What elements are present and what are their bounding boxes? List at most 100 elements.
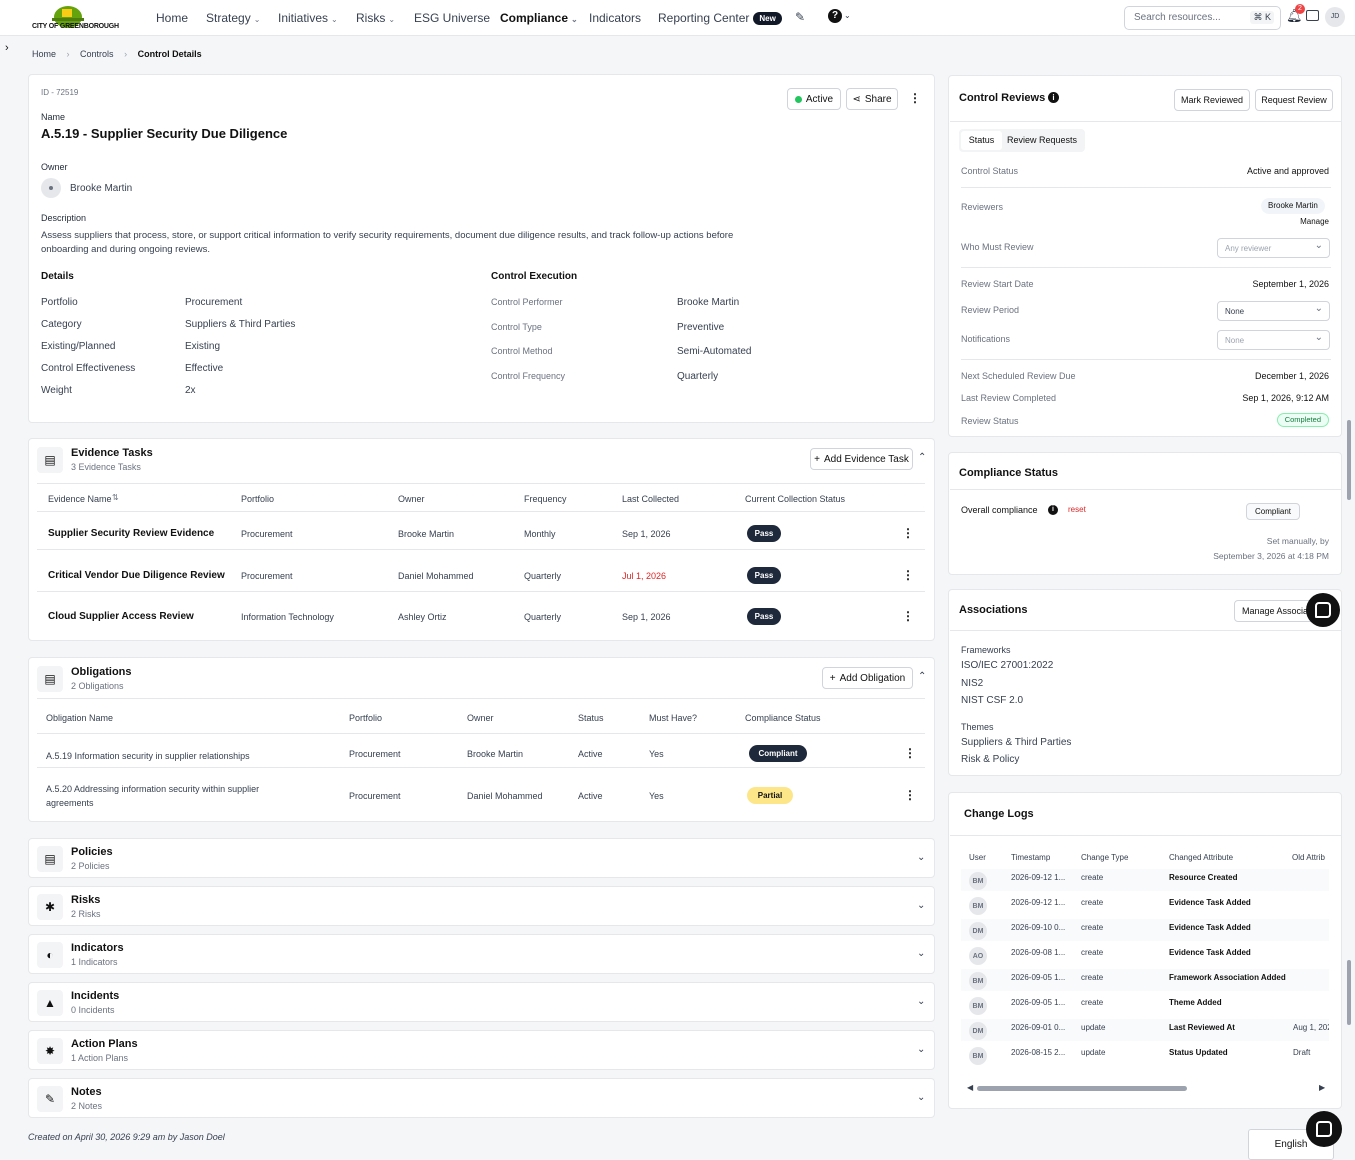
nav-item-home[interactable]: Home xyxy=(156,11,188,25)
asterisk-icon: ✱ xyxy=(37,894,63,920)
changelog-attribute: Evidence Task Added xyxy=(1169,923,1251,932)
evidence-frequency: Quarterly xyxy=(524,612,562,622)
breadcrumb-home[interactable]: Home xyxy=(32,49,56,59)
control-more-icon[interactable]: ⋮ xyxy=(909,91,921,105)
nav-item-initiatives[interactable]: Initiatives ⌄ xyxy=(278,11,338,25)
control-reviews-card: Control Reviews i Mark Reviewed Request … xyxy=(948,75,1342,437)
obligation-name[interactable]: A.5.19 Information security in supplier … xyxy=(46,749,286,763)
magic-wand-icon[interactable]: ✎ xyxy=(795,10,805,24)
obligation-must-have: Yes xyxy=(649,791,664,801)
section-action-plans[interactable]: ✸ Action Plans 1 Action Plans ⌄ xyxy=(28,1030,935,1070)
sidebar-expand-icon[interactable]: › xyxy=(5,42,9,54)
burst-icon: ✸ xyxy=(37,1038,63,1064)
mark-reviewed-button[interactable]: Mark Reviewed xyxy=(1174,89,1250,111)
chat-icon[interactable] xyxy=(1306,593,1340,627)
expand-chevron-icon[interactable]: ⌄ xyxy=(917,1092,925,1103)
status-active-button[interactable]: Active xyxy=(787,88,841,110)
theme-item[interactable]: Risk & Policy xyxy=(961,754,1019,765)
user-avatar[interactable]: JD xyxy=(1325,7,1345,27)
compliance-title: Compliance Status xyxy=(959,467,1059,479)
row-more-icon[interactable]: ⋮ xyxy=(902,526,914,540)
horizontal-scrollbar[interactable] xyxy=(977,1086,1187,1091)
changelog-timestamp: 2026-09-12 1... xyxy=(1011,898,1066,907)
section-subtitle: 2 Notes xyxy=(71,1101,103,1111)
brand-logo[interactable]: CITY OF GREENBOROUGH xyxy=(32,3,119,33)
theme-item[interactable]: Suppliers & Third Parties xyxy=(961,737,1071,748)
reset-link[interactable]: reset xyxy=(1068,505,1086,514)
section-risks[interactable]: ✱ Risks 2 Risks ⌄ xyxy=(28,886,935,926)
nav-item-indicators[interactable]: Indicators xyxy=(589,11,641,25)
collapse-chevron-icon[interactable]: ⌃ xyxy=(918,452,926,463)
user-avatar: BM xyxy=(969,972,987,990)
description-text: Assess suppliers that process, store, or… xyxy=(41,230,734,255)
info-icon[interactable]: i xyxy=(1048,505,1058,515)
search-input[interactable]: Search resources... ⌘ K xyxy=(1124,6,1281,30)
expand-chevron-icon[interactable]: ⌄ xyxy=(917,996,925,1007)
row-more-icon[interactable]: ⋮ xyxy=(904,746,916,760)
add-obligation-button[interactable]: + Add Obligation xyxy=(822,667,913,689)
notifications-select[interactable]: None xyxy=(1217,330,1330,350)
row-more-icon[interactable]: ⋮ xyxy=(902,568,914,582)
compliance-badge: Compliant xyxy=(749,745,807,762)
inbox-icon[interactable] xyxy=(1306,10,1319,21)
scroll-right-icon[interactable]: ▶ xyxy=(1319,1083,1325,1092)
section-title: Risks xyxy=(71,894,101,906)
evidence-subtitle: 3 Evidence Tasks xyxy=(71,462,141,472)
last-review-label: Last Review Completed xyxy=(961,393,1057,403)
review-period-select[interactable]: None xyxy=(1217,301,1330,321)
nav-item-risks[interactable]: Risks ⌄ xyxy=(356,11,395,25)
collapse-chevron-icon[interactable]: ⌃ xyxy=(918,671,926,682)
nav-item-esg-universe[interactable]: ESG Universe xyxy=(414,11,490,25)
top-navbar: CITY OF GREENBOROUGH Home Strategy ⌄ Initia… xyxy=(0,0,1355,36)
breadcrumb: Home › Controls › Control Details xyxy=(32,49,202,59)
chat-support-icon[interactable] xyxy=(1306,1111,1342,1147)
tab-review-requests[interactable]: Review Requests xyxy=(1007,131,1077,150)
expand-chevron-icon[interactable]: ⌄ xyxy=(917,1044,925,1055)
page-scrollbar[interactable] xyxy=(1347,420,1351,500)
scroll-left-icon[interactable]: ◀ xyxy=(967,1083,973,1092)
reviewer-chip[interactable]: Brooke Martin xyxy=(1261,198,1325,214)
who-must-review-select[interactable]: Any reviewer xyxy=(1217,238,1330,258)
panel-scrollbar[interactable] xyxy=(1347,960,1351,1025)
expand-chevron-icon[interactable]: ⌄ xyxy=(917,900,925,911)
details-value: 2x xyxy=(185,385,196,396)
evidence-name[interactable]: Cloud Supplier Access Review xyxy=(48,611,194,622)
obligation-status: Active xyxy=(578,791,603,801)
share-button[interactable]: ⋖ Share xyxy=(846,88,898,110)
section-policies[interactable]: ▤ Policies 2 Policies ⌄ xyxy=(28,838,935,878)
manage-associations-button[interactable]: Manage Associat xyxy=(1234,600,1314,622)
row-more-icon[interactable]: ⋮ xyxy=(904,788,916,802)
evidence-portfolio: Information Technology xyxy=(241,612,334,622)
compliance-badge[interactable]: Compliant xyxy=(1246,503,1301,520)
control-name: A.5.19 - Supplier Security Due Diligence xyxy=(41,126,288,141)
user-avatar: BM xyxy=(969,997,987,1015)
owner-name[interactable]: Brooke Martin xyxy=(70,183,132,194)
breadcrumb-controls[interactable]: Controls xyxy=(80,49,114,59)
tab-status[interactable]: Status xyxy=(961,131,1002,150)
nav-item-compliance[interactable]: Compliance ⌄ xyxy=(500,11,578,25)
section-incidents[interactable]: ▲ Incidents 0 Incidents ⌄ xyxy=(28,982,935,1022)
framework-item[interactable]: NIST CSF 2.0 xyxy=(961,695,1023,706)
manage-reviewers-link[interactable]: Manage xyxy=(1300,217,1329,226)
info-icon[interactable]: i xyxy=(1048,92,1059,103)
request-review-button[interactable]: Request Review xyxy=(1255,89,1333,111)
expand-chevron-icon[interactable]: ⌄ xyxy=(917,852,925,863)
section-notes[interactable]: ✎ Notes 2 Notes ⌄ xyxy=(28,1078,935,1118)
active-dot-icon xyxy=(794,95,802,103)
expand-chevron-icon[interactable]: ⌄ xyxy=(917,948,925,959)
sort-icon[interactable]: ⇅ xyxy=(112,493,119,502)
row-more-icon[interactable]: ⋮ xyxy=(902,609,914,623)
nav-item-reporting-center[interactable]: Reporting Center New xyxy=(658,11,782,25)
details-title: Details xyxy=(41,271,74,282)
help-icon[interactable]: ? xyxy=(828,9,842,23)
help-chevron-icon[interactable]: ⌄ xyxy=(844,11,851,20)
evidence-name[interactable]: Critical Vendor Due Diligence Review xyxy=(48,570,225,581)
evidence-name[interactable]: Supplier Security Review Evidence xyxy=(48,528,214,539)
changelog-timestamp: 2026-09-05 1... xyxy=(1011,998,1066,1007)
obligation-name[interactable]: A.5.20 Addressing information security w… xyxy=(46,782,286,810)
add-evidence-task-button[interactable]: + Add Evidence Task xyxy=(810,448,913,470)
nav-item-strategy[interactable]: Strategy ⌄ xyxy=(206,11,260,25)
framework-item[interactable]: NIS2 xyxy=(961,678,983,689)
section-indicators[interactable]: ◐ Indicators 1 Indicators ⌄ xyxy=(28,934,935,974)
framework-item[interactable]: ISO/IEC 27001:2022 xyxy=(961,660,1053,671)
